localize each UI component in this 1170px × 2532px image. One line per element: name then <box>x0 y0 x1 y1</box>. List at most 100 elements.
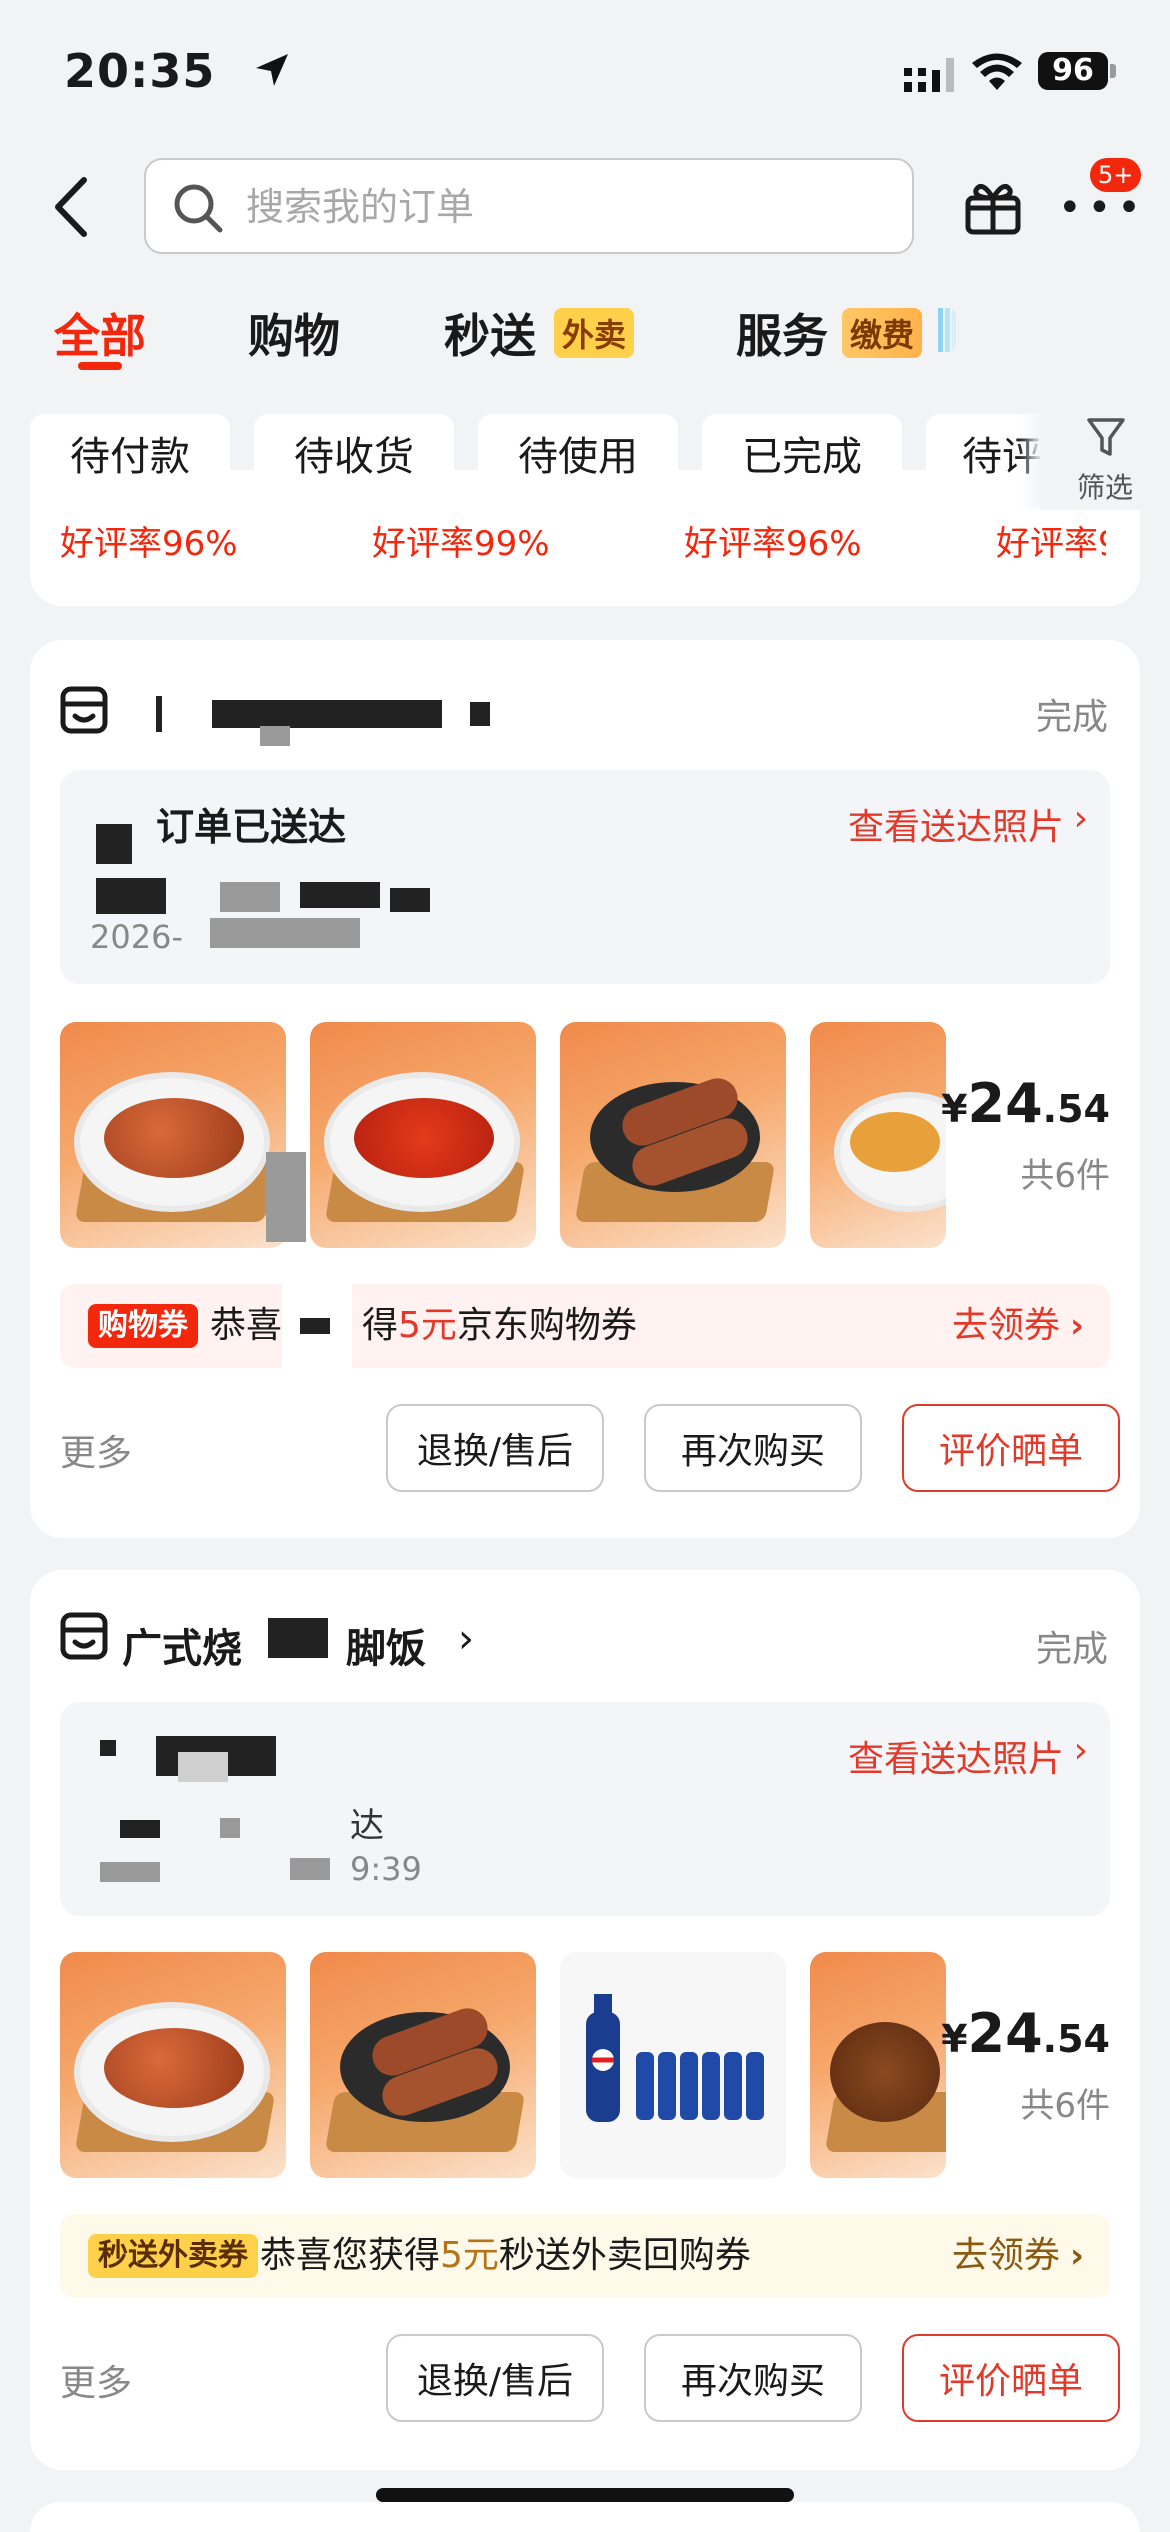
tab-express[interactable]: 秒送 <box>444 300 536 366</box>
product-image[interactable] <box>60 1952 286 2178</box>
product-thumbnails[interactable]: ¥24.54 共6件 <box>60 1022 1110 1248</box>
product-image[interactable] <box>310 1952 536 2178</box>
privacy-mosaic <box>300 1318 330 1334</box>
return-after-sales-button[interactable]: 退换/售后 <box>386 2334 604 2422</box>
next-order-card[interactable] <box>30 2502 1140 2532</box>
item-count: 共6件 <box>1020 2086 1110 2126</box>
product-thumbnails[interactable]: ¥24.54 共6件 <box>60 1952 1110 2178</box>
privacy-mosaic <box>96 824 132 864</box>
delivery-info[interactable]: 查看送达照片 › 达 9:39 <box>60 1702 1110 1916</box>
privacy-mosaic <box>100 1740 116 1756</box>
search-icon <box>174 184 223 233</box>
shop-name: 广式烧 <box>122 1626 242 1672</box>
order-card[interactable]: 完成 订单已送达 查看送达照片 › 2026- ¥24.54 共6件 购物券 恭… <box>30 640 1140 1538</box>
privacy-mosaic <box>212 700 442 728</box>
product-image[interactable] <box>810 1952 946 2178</box>
status-time: 20:35 <box>64 44 216 98</box>
privacy-mosaic <box>220 1818 240 1838</box>
battery-icon: 96 <box>1038 52 1108 90</box>
privacy-mosaic <box>120 1820 160 1838</box>
review-button[interactable]: 评价晒单 <box>902 1404 1120 1492</box>
soda-bottles-icon <box>586 1994 764 2122</box>
order-total-price: ¥24.54 <box>941 1072 1110 1135</box>
privacy-mosaic <box>210 918 360 948</box>
order-status: 完成 <box>1035 697 1108 738</box>
active-tab-indicator <box>78 362 122 370</box>
claim-coupon-link[interactable]: 去领券 <box>952 1304 1060 1348</box>
rating-text: 好评率96% <box>684 524 862 564</box>
filter-chip-to-use[interactable]: 待使用 <box>478 414 678 500</box>
view-delivery-photo-link[interactable]: 查看送达照片 <box>848 1730 1064 1782</box>
filter-chip-pending-payment[interactable]: 待付款 <box>30 414 230 500</box>
item-count: 共6件 <box>1020 1156 1110 1196</box>
privacy-mosaic <box>96 878 166 914</box>
product-image[interactable] <box>310 1022 536 1248</box>
home-indicator[interactable] <box>376 2488 794 2502</box>
privacy-mosaic <box>290 1858 330 1880</box>
takeout-tag: 外卖 <box>554 308 635 358</box>
product-image[interactable] <box>560 1022 786 1248</box>
shop-icon <box>60 1612 108 1660</box>
privacy-mosaic <box>268 1618 328 1658</box>
review-button[interactable]: 评价晒单 <box>902 2334 1120 2422</box>
shop-name-tail: 脚饭 <box>346 1626 426 1672</box>
chevron-right-icon: › <box>1069 1306 1084 1346</box>
order-status: 完成 <box>1035 1629 1108 1670</box>
buy-again-button[interactable]: 再次购买 <box>644 1404 862 1492</box>
rating-text: 好评率96% <box>60 524 238 564</box>
filter-chip-pending-receipt[interactable]: 待收货 <box>254 414 454 500</box>
privacy-mosaic <box>470 702 490 726</box>
order-search-input[interactable] <box>246 180 886 234</box>
tab-services[interactable]: 服务 <box>736 300 828 366</box>
status-bar: 20:35 96 <box>0 0 1170 150</box>
coupon-text-prefix: 恭喜 <box>210 1305 283 1346</box>
product-image[interactable] <box>560 1952 786 2178</box>
tab-all[interactable]: 全部 <box>54 300 146 366</box>
privacy-mosaic <box>266 1152 306 1242</box>
filter-button[interactable]: 筛选 <box>1040 410 1170 510</box>
bill-pay-tag: 缴费 <box>842 308 923 358</box>
product-image[interactable] <box>60 1022 286 1248</box>
privacy-mosaic <box>390 888 430 912</box>
location-arrow-icon <box>256 54 288 86</box>
buy-again-button[interactable]: 再次购买 <box>644 2334 862 2422</box>
order-actions: 更多 退换/售后 再次购买 评价晒单 <box>60 2334 1120 2424</box>
return-after-sales-button[interactable]: 退换/售后 <box>386 1404 604 1492</box>
privacy-mosaic <box>220 882 280 912</box>
more-actions-link[interactable]: 更多 <box>60 1424 132 1476</box>
takeout-coupon-tag: 秒送外卖券 <box>88 2234 258 2278</box>
delivery-status-title: 订单已送达 <box>156 805 347 849</box>
filter-label: 筛选 <box>1076 471 1133 504</box>
order-search-box[interactable] <box>144 158 914 254</box>
privacy-mosaic <box>178 1752 228 1782</box>
filter-funnel-icon <box>1087 418 1125 456</box>
gift-icon[interactable] <box>962 176 1024 238</box>
delivery-info[interactable]: 订单已送达 查看送达照片 › 2026- <box>60 770 1110 984</box>
message-count-badge: 5+ <box>1090 158 1142 192</box>
back-arrow-icon[interactable] <box>50 176 94 238</box>
order-card[interactable]: 广式烧 脚饭 › 完成 查看送达照片 › 达 9:39 ¥24.54 共6件 秒… <box>30 1570 1140 2470</box>
view-delivery-photo-link[interactable]: 查看送达照片 <box>848 798 1064 850</box>
rating-text: 好评率9 <box>996 524 1106 564</box>
bill-pay-tag-decoration <box>938 308 956 352</box>
tab-shopping[interactable]: 购物 <box>248 300 340 366</box>
cellular-signal-icon <box>904 58 954 92</box>
more-menu-icon[interactable]: ••• <box>1058 188 1147 228</box>
claim-coupon-link[interactable]: 去领券 <box>952 2234 1060 2278</box>
privacy-mosaic <box>260 726 290 746</box>
product-image[interactable] <box>810 1022 946 1248</box>
coupon-banner[interactable]: 购物券 恭喜 得5元京东购物券 去领券 › <box>60 1284 1110 1368</box>
more-actions-link[interactable]: 更多 <box>60 2354 132 2406</box>
rating-text: 好评率99% <box>372 524 550 564</box>
filter-chip-completed[interactable]: 已完成 <box>702 414 902 500</box>
top-bar: ••• 5+ <box>0 150 1170 266</box>
privacy-mosaic <box>100 1862 160 1882</box>
delivery-detail: 达 <box>350 1806 384 1846</box>
privacy-mosaic <box>156 696 162 732</box>
chevron-right-icon: › <box>1069 2236 1084 2276</box>
coupon-banner[interactable]: 秒送外卖券 恭喜您获得5元秒送外卖回购券 去领券 › <box>60 2214 1110 2298</box>
delivery-time: 2026- <box>90 918 183 956</box>
shop-icon <box>60 686 108 734</box>
coupon-text: 得5元京东购物券 <box>362 1305 637 1346</box>
delivery-time: 9:39 <box>350 1850 422 1888</box>
